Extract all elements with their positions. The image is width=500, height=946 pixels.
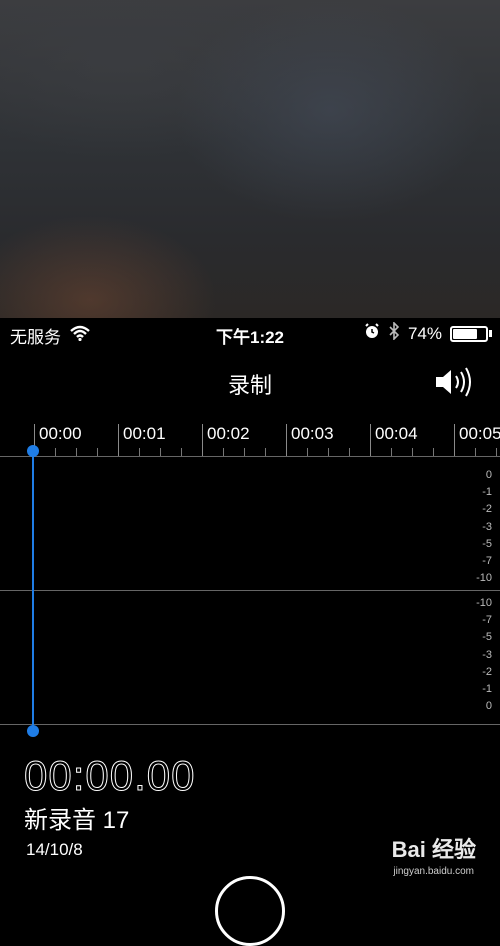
timeline-tick-label: 00:01 bbox=[123, 424, 166, 443]
record-button[interactable] bbox=[215, 876, 285, 946]
timeline-major-tick bbox=[454, 424, 455, 456]
timeline-ruler[interactable]: 00:00 00:01 00:02 00:03 00:04 00:05 bbox=[0, 420, 500, 460]
ruler-baseline bbox=[0, 456, 500, 457]
timeline-minor-tick bbox=[55, 448, 56, 456]
db-scale-label: -5 bbox=[482, 631, 492, 644]
watermark-logo: Bai 经验 bbox=[391, 837, 476, 862]
db-scale-label: -7 bbox=[482, 555, 492, 567]
db-scale-label: -7 bbox=[482, 614, 492, 627]
timeline-minor-tick bbox=[412, 448, 413, 456]
page-title: 录制 bbox=[227, 373, 272, 398]
playhead-line[interactable] bbox=[32, 451, 34, 731]
db-scale-label: -3 bbox=[482, 648, 492, 661]
db-scale-label: -5 bbox=[482, 537, 492, 550]
recording-date: 14/10/8 bbox=[26, 840, 83, 859]
watermark-url: jingyan.baidu.com bbox=[393, 866, 474, 877]
elapsed-time: 00:00.00 bbox=[24, 752, 196, 800]
timeline-major-tick bbox=[202, 424, 203, 456]
db-scale-label: -10 bbox=[476, 597, 492, 609]
timeline-tick-label: 00:05 bbox=[459, 424, 500, 443]
timeline-minor-tick bbox=[475, 448, 476, 456]
playhead-top-handle[interactable] bbox=[27, 445, 39, 457]
timeline-minor-tick bbox=[223, 448, 224, 456]
bluetooth-icon bbox=[388, 321, 400, 345]
timeline-major-tick bbox=[370, 424, 371, 456]
timeline-minor-tick bbox=[391, 448, 392, 456]
db-scale-label: -2 bbox=[482, 665, 492, 678]
timeline-major-tick bbox=[118, 424, 119, 456]
timeline-minor-tick bbox=[244, 448, 245, 456]
timeline-minor-tick bbox=[307, 448, 308, 456]
timeline-minor-tick bbox=[328, 448, 329, 456]
timeline-minor-tick bbox=[265, 448, 266, 456]
db-scale-label: -10 bbox=[476, 572, 492, 585]
timeline-minor-tick bbox=[97, 448, 98, 456]
db-scale-label: -1 bbox=[482, 486, 492, 499]
timeline-tick-label: 00:03 bbox=[291, 424, 334, 443]
timeline-minor-tick bbox=[139, 448, 140, 456]
alarm-icon bbox=[364, 323, 380, 344]
status-bar: 无服务 下午1:22 74% bbox=[0, 318, 500, 350]
timeline-major-tick bbox=[286, 424, 287, 456]
playhead-bottom-handle[interactable] bbox=[27, 725, 39, 737]
recording-name[interactable]: 新录音 17 bbox=[24, 800, 129, 835]
db-scale-label: 0 bbox=[485, 469, 492, 481]
timeline-minor-tick bbox=[496, 448, 497, 456]
waveform-bottom-line bbox=[0, 724, 500, 725]
waveform-center-line bbox=[0, 590, 500, 591]
db-scale-label: 0 bbox=[485, 700, 492, 713]
timeline-minor-tick bbox=[160, 448, 161, 456]
timeline-tick-label: 00:02 bbox=[207, 424, 250, 443]
db-scale-label: -1 bbox=[482, 683, 492, 695]
camera-blur-background bbox=[0, 0, 500, 318]
db-scale-label: -3 bbox=[482, 520, 492, 533]
battery-percent: 74% bbox=[407, 323, 442, 343]
timeline-minor-tick bbox=[349, 448, 350, 456]
db-scale-label: -2 bbox=[482, 503, 492, 516]
speaker-icon[interactable] bbox=[434, 366, 476, 403]
timeline-minor-tick bbox=[433, 448, 434, 456]
timeline-minor-tick bbox=[181, 448, 182, 456]
nav-bar: 录制 bbox=[0, 356, 500, 412]
timeline-tick-label: 00:04 bbox=[375, 424, 418, 443]
battery-icon bbox=[450, 325, 488, 342]
timeline-tick-label: 00:00 bbox=[39, 424, 82, 443]
timeline-minor-tick bbox=[76, 448, 77, 456]
